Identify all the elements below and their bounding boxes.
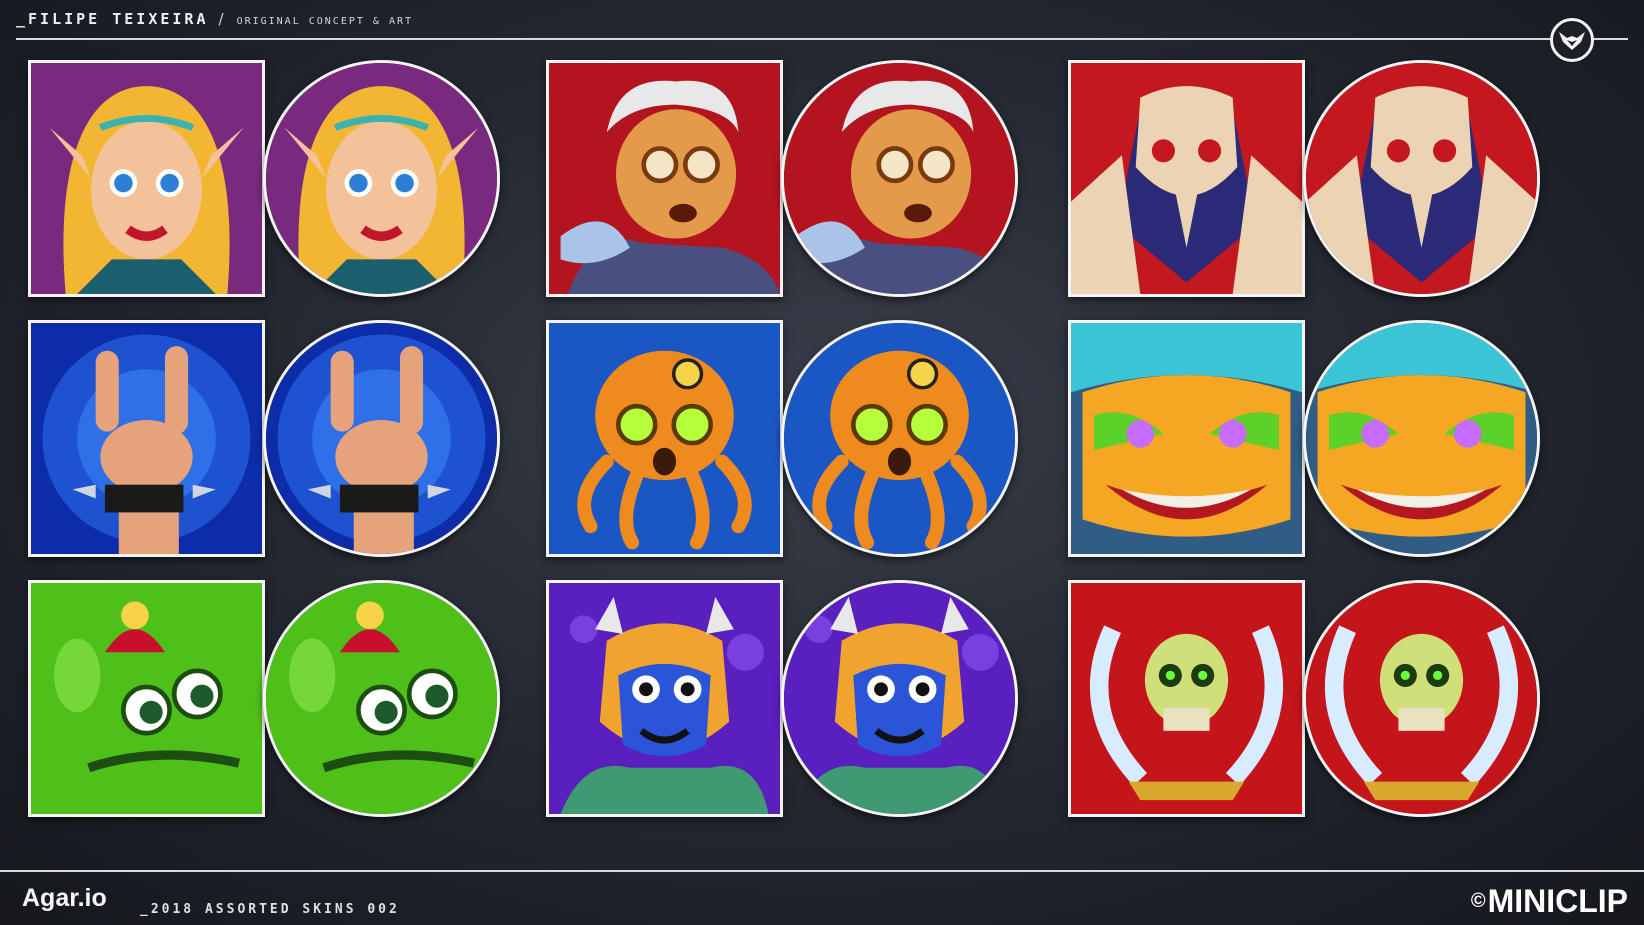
tiki-monster-round [1303,320,1540,557]
skull-swords-icon [1306,583,1537,814]
elf-princess-square [28,60,265,297]
top-divider [16,38,1628,40]
elf-princess-icon [31,63,262,294]
old-scientist-icon [549,63,780,294]
rock-hand-round [263,320,500,557]
robot-octopus-round [781,320,1018,557]
rock-hand-icon [31,323,262,554]
tiki-monster-square [1068,320,1305,557]
green-blob-square [28,580,265,817]
tiki-monster-icon [1306,323,1537,554]
robot-octopus-square [546,320,783,557]
badger-logo-icon [1550,18,1594,62]
header-subtitle: ORIGINAL CONCEPT & ART [236,16,414,27]
header: _FILIPE TEIXEIRA / ORIGINAL CONCEPT & AR… [16,10,413,28]
green-blob-round [263,580,500,817]
tiki-monster-icon [1071,323,1302,554]
robot-octopus-icon [549,323,780,554]
copyright-symbol: © [1470,890,1486,912]
blue-lizard-round [781,580,1018,817]
robot-octopus-icon [784,323,1015,554]
rock-hand-square [28,320,265,557]
old-scientist-icon [784,63,1015,294]
collection-label: _2018 ASSORTED SKINS 002 [140,902,400,917]
bone-skull-demon-icon [1306,63,1537,294]
brand-logo: © MINICLIP [1471,883,1628,920]
skull-swords-square [1068,580,1305,817]
header-separator: / [218,10,227,28]
brand-name: MINICLIP [1487,883,1628,919]
blue-lizard-icon [549,583,780,814]
skull-swords-round [1303,580,1540,817]
elf-princess-round [263,60,500,297]
rock-hand-icon [266,323,497,554]
green-blob-icon [31,583,262,814]
green-blob-icon [266,583,497,814]
blue-lizard-icon [784,583,1015,814]
skull-swords-icon [1071,583,1302,814]
old-scientist-square [546,60,783,297]
elf-princess-icon [266,63,497,294]
bone-skull-demon-icon [1071,63,1302,294]
bone-skull-demon-square [1068,60,1305,297]
author-name: _FILIPE TEIXEIRA [16,10,209,28]
bottom-divider [0,870,1644,872]
old-scientist-round [781,60,1018,297]
bone-skull-demon-round [1303,60,1540,297]
blue-lizard-square [546,580,783,817]
game-title: Agar.io [22,884,107,912]
